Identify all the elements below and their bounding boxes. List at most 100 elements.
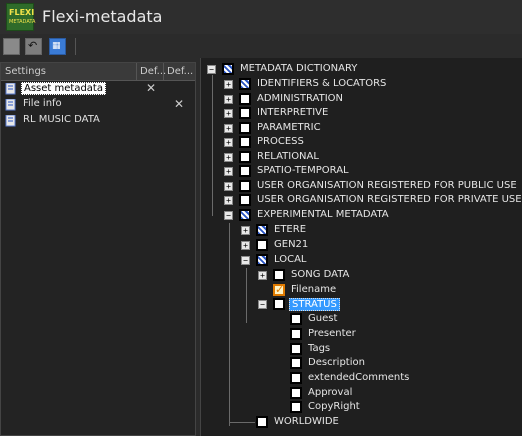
checkbox-icon[interactable] — [290, 387, 302, 399]
checkbox-icon[interactable] — [239, 122, 251, 134]
checkbox-checked-icon[interactable] — [273, 283, 285, 296]
column-header-def2[interactable]: Def... — [167, 66, 193, 77]
tree-node-label: IDENTIFIERS & LOCATORS — [257, 78, 387, 89]
tree-node-label: USER ORGANISATION REGISTERED FOR PUBLIC … — [257, 180, 517, 191]
tree-guide-line — [246, 268, 247, 323]
checkbox-icon[interactable] — [290, 401, 302, 413]
tree-node-label: Approval — [308, 387, 353, 398]
checkbox-icon[interactable] — [239, 165, 251, 177]
stop-button[interactable] — [3, 38, 20, 55]
checkbox-partial-icon[interactable] — [256, 224, 268, 236]
checkbox-icon[interactable] — [290, 328, 302, 340]
checkbox-icon[interactable] — [239, 194, 251, 206]
tree-node-label: EXPERIMENTAL METADATA — [257, 209, 389, 220]
metadata-tree-panel: − METADATA DICTIONARY + IDENTIFIERS & LO… — [200, 58, 522, 436]
checkbox-icon[interactable] — [239, 180, 251, 192]
expand-icon[interactable]: + — [241, 241, 250, 250]
checkbox-icon[interactable] — [239, 136, 251, 148]
settings-row-label: File info — [23, 98, 62, 109]
app-logo-icon: FLEXI METADATA — [6, 3, 36, 31]
checkbox-icon[interactable] — [290, 313, 302, 325]
tree-node-label: CopyRight — [308, 401, 360, 412]
collapse-icon[interactable]: − — [258, 300, 267, 309]
grid-button[interactable]: ▦ — [49, 38, 66, 55]
collapse-icon[interactable]: − — [241, 256, 250, 265]
toolbar: ↶ ▦ — [0, 34, 522, 58]
tree-node-label: Tags — [308, 343, 331, 354]
expand-icon[interactable]: + — [241, 226, 250, 235]
app-title: Flexi-metadata — [42, 7, 163, 26]
checkbox-icon[interactable] — [256, 416, 268, 428]
checkbox-icon[interactable] — [290, 343, 302, 355]
title-bar: FLEXI METADATA Flexi-metadata — [0, 0, 522, 34]
expand-icon[interactable]: + — [224, 124, 233, 133]
tree-guide-line — [229, 422, 255, 423]
expand-icon[interactable]: + — [258, 271, 267, 280]
settings-row-label: Asset metadata — [21, 82, 106, 95]
expand-icon[interactable]: + — [224, 196, 233, 205]
tree-guide-line — [229, 223, 230, 426]
checkbox-icon[interactable] — [290, 357, 302, 369]
settings-row-file-info[interactable]: File info ✕ — [1, 97, 195, 113]
logo-text: FLEXI — [9, 8, 35, 17]
tree-node-label: GEN21 — [274, 239, 309, 250]
tree-node-label: METADATA DICTIONARY — [240, 63, 358, 74]
checkbox-icon[interactable] — [239, 93, 251, 105]
tree-node-label: RELATIONAL — [257, 151, 319, 162]
checkbox-partial-icon[interactable] — [256, 254, 268, 266]
settings-row-asset-metadata[interactable]: Asset metadata ✕ — [1, 81, 195, 97]
expand-icon[interactable]: + — [224, 182, 233, 191]
tree-node-label: PARAMETRIC — [257, 122, 321, 133]
grid-icon: ▦ — [52, 41, 61, 51]
tree-node-label: extendedComments — [308, 372, 410, 383]
tree-node-label: SPATIO-TEMPORAL — [257, 165, 349, 176]
collapse-icon[interactable]: − — [224, 211, 233, 220]
tree-node-label: Filename — [291, 284, 337, 295]
expand-icon[interactable]: + — [224, 109, 233, 118]
undo-icon: ↶ — [28, 39, 38, 52]
settings-panel: Settings Def... Def... Asset metadata ✕ … — [0, 62, 196, 436]
tree-node-label: ETERE — [274, 224, 307, 235]
tree-guide-line — [212, 75, 213, 216]
tree-node-label: Description — [308, 357, 365, 368]
default-mark: ✕ — [146, 81, 157, 95]
checkbox-icon[interactable] — [290, 372, 302, 384]
undo-button[interactable]: ↶ — [25, 38, 42, 55]
expand-icon[interactable]: + — [224, 167, 233, 176]
document-icon — [5, 83, 16, 95]
tree-node-label: PROCESS — [257, 136, 304, 147]
collapse-icon[interactable]: − — [207, 65, 216, 74]
expand-icon[interactable]: + — [224, 80, 233, 89]
tree-node-label: Guest — [308, 313, 338, 324]
checkbox-partial-icon[interactable] — [239, 209, 251, 221]
expand-icon[interactable]: + — [224, 138, 233, 147]
settings-row-rl-music-data[interactable]: RL MUSIC DATA — [1, 113, 195, 129]
tree-node-label: LOCAL — [274, 254, 307, 265]
checkbox-partial-icon[interactable] — [222, 63, 234, 75]
document-icon — [5, 99, 16, 111]
checkbox-partial-icon[interactable] — [239, 78, 251, 90]
tree-node-label: Presenter — [308, 328, 356, 339]
document-icon — [5, 115, 16, 127]
column-header-settings[interactable]: Settings — [5, 66, 46, 77]
expand-icon[interactable]: + — [224, 95, 233, 104]
checkbox-icon[interactable] — [273, 298, 285, 310]
tree-node-label-selected: STRATUS — [289, 298, 340, 311]
tree-node-label: SONG DATA — [291, 269, 350, 280]
tree-node-label: ADMINISTRATION — [257, 93, 344, 104]
column-divider[interactable] — [163, 63, 164, 81]
toolbar-separator — [75, 38, 76, 55]
checkbox-icon[interactable] — [256, 239, 268, 251]
settings-header: Settings Def... Def... — [1, 63, 195, 81]
checkbox-icon[interactable] — [239, 151, 251, 163]
metadata-tree: − METADATA DICTIONARY + IDENTIFIERS & LO… — [201, 58, 522, 436]
default-mark: ✕ — [174, 97, 185, 111]
checkbox-icon[interactable] — [273, 269, 285, 281]
column-divider[interactable] — [136, 63, 137, 81]
tree-node-label: USER ORGANISATION REGISTERED FOR PRIVATE… — [257, 194, 522, 205]
checkbox-icon[interactable] — [239, 107, 251, 119]
settings-row-label: RL MUSIC DATA — [23, 114, 100, 125]
tree-node-label: WORLDWIDE — [274, 416, 339, 427]
logo-subtext: METADATA — [9, 19, 36, 25]
expand-icon[interactable]: + — [224, 153, 233, 162]
